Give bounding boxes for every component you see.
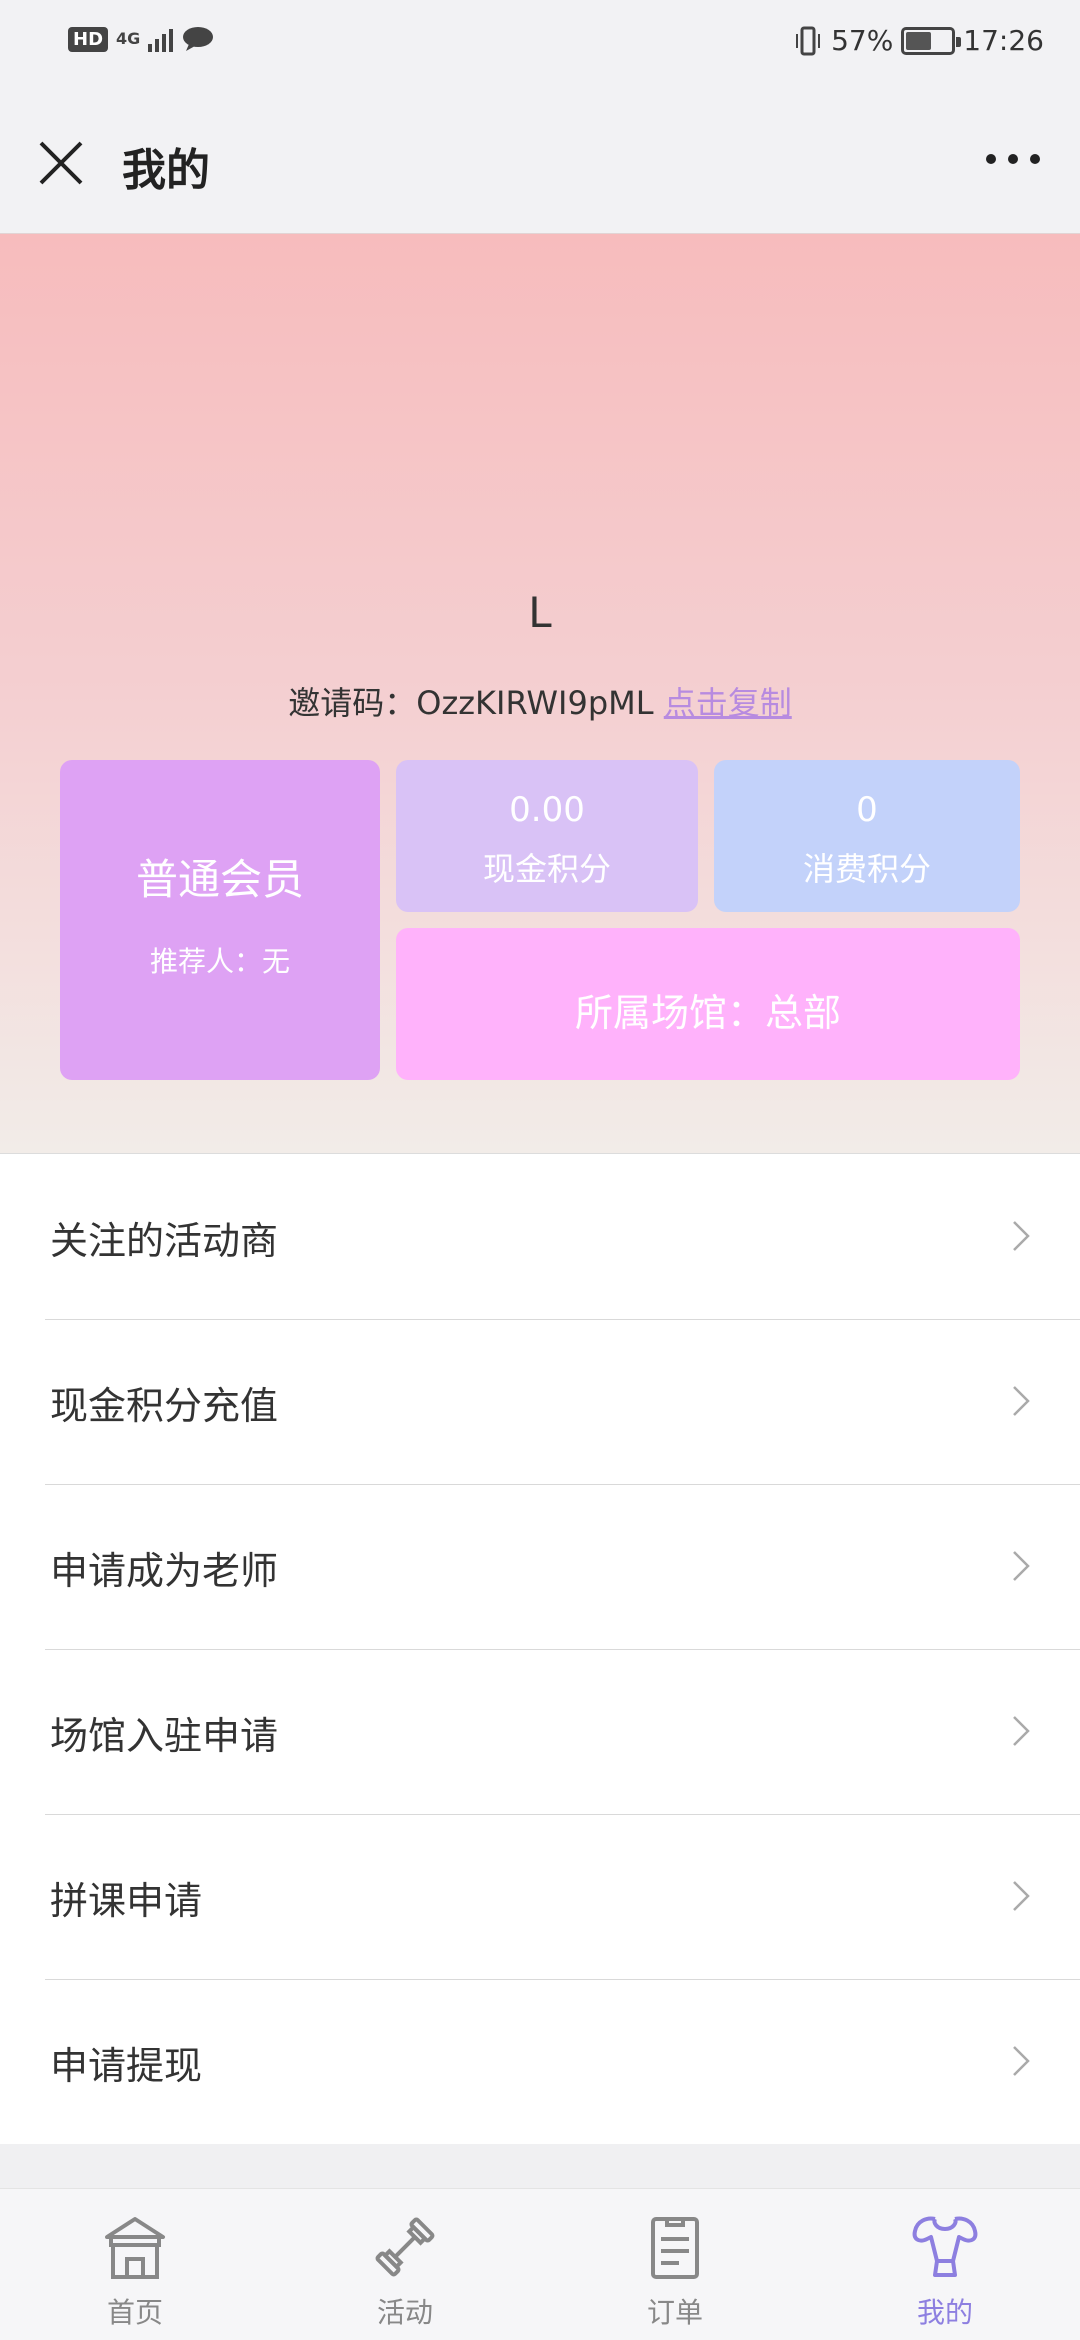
menu-item-label: 场馆入驻申请 bbox=[50, 1714, 279, 1758]
menu-item-label: 申请提现 bbox=[50, 2044, 203, 2088]
tab-label: 我的 bbox=[916, 2296, 973, 2329]
battery-percent: 57% bbox=[831, 24, 894, 57]
status-left: HD 4G bbox=[68, 26, 215, 52]
signal-icon bbox=[148, 26, 174, 52]
menu-item-label: 申请成为老师 bbox=[50, 1549, 279, 1593]
tab-orders[interactable]: 订单 bbox=[540, 2189, 810, 2340]
menu-item-label: 现金积分充值 bbox=[50, 1384, 279, 1428]
menu-item-label: 关注的活动商 bbox=[50, 1219, 279, 1263]
menu-item-group-class[interactable]: 拼课申请 bbox=[0, 1814, 1080, 1979]
status-bar: HD 4G 57% 17:26 bbox=[0, 0, 1080, 92]
menu-item-label: 拼课申请 bbox=[50, 1879, 203, 1923]
status-right: 57% 17:26 bbox=[793, 24, 1044, 57]
cash-points-value: 0.00 bbox=[509, 790, 585, 830]
username: L bbox=[528, 588, 552, 637]
menu-list: 关注的活动商 现金积分充值 申请成为老师 场馆入驻申请 拼课申请 申请提现 bbox=[0, 1154, 1080, 2144]
clock: 17:26 bbox=[963, 24, 1044, 57]
menu-item-venue-application[interactable]: 场馆入驻申请 bbox=[0, 1649, 1080, 1814]
network-type: 4G bbox=[116, 29, 141, 48]
battery-icon bbox=[901, 26, 962, 55]
spend-points-card[interactable]: 0 消费积分 bbox=[714, 760, 1020, 912]
muscle-icon bbox=[912, 2216, 978, 2277]
invite-row: 邀请码：OzzKIRWI9pML 点击复制 bbox=[0, 678, 1080, 724]
tab-label: 活动 bbox=[376, 2296, 433, 2329]
menu-item-withdraw[interactable]: 申请提现 bbox=[0, 1979, 1080, 2144]
order-icon bbox=[651, 2217, 699, 2279]
vibrate-icon bbox=[796, 26, 821, 55]
copy-invite-link[interactable]: 点击复制 bbox=[664, 684, 792, 722]
cash-points-card[interactable]: 0.00 现金积分 bbox=[396, 760, 698, 912]
hd-badge: HD bbox=[68, 26, 109, 52]
page-title: 我的 bbox=[122, 145, 210, 196]
chevron-right-icon bbox=[1013, 1716, 1030, 1746]
tab-bar: 首页 活动 订单 我的 bbox=[0, 2188, 1080, 2340]
battery-fill bbox=[906, 31, 932, 50]
profile-page: HD 4G 57% 17:26 我的 L 邀请码：OzzKIRWI9pML 点击… bbox=[0, 0, 1080, 2340]
chevron-right-icon bbox=[1013, 1551, 1030, 1581]
referrer-text: 推荐人：无 bbox=[149, 945, 290, 978]
spend-points-value: 0 bbox=[856, 790, 878, 830]
chat-notification-icon bbox=[183, 27, 214, 51]
nav-bar: 我的 bbox=[0, 92, 1080, 234]
member-level: 普通会员 bbox=[135, 855, 304, 904]
menu-item-followed-organizers[interactable]: 关注的活动商 bbox=[0, 1154, 1080, 1319]
profile-header: L 邀请码：OzzKIRWI9pML 点击复制 普通会员 推荐人：无 0.00 … bbox=[0, 234, 1080, 1154]
chevron-right-icon bbox=[1013, 1221, 1030, 1251]
venue-card[interactable]: 所属场馆：总部 bbox=[396, 928, 1020, 1080]
cash-points-label: 现金积分 bbox=[482, 850, 611, 888]
tab-mine[interactable]: 我的 bbox=[810, 2189, 1080, 2340]
home-icon bbox=[105, 2217, 165, 2279]
close-icon[interactable] bbox=[36, 138, 86, 188]
tab-label: 首页 bbox=[106, 2296, 163, 2329]
tab-activities[interactable]: 活动 bbox=[270, 2189, 540, 2340]
member-card: 普通会员 推荐人：无 bbox=[60, 760, 380, 1080]
dumbbell-icon bbox=[375, 2217, 435, 2277]
invite-label: 邀请码： bbox=[288, 684, 417, 722]
chevron-right-icon bbox=[1013, 2046, 1030, 2076]
chevron-right-icon bbox=[1013, 1881, 1030, 1911]
tab-home[interactable]: 首页 bbox=[0, 2189, 270, 2340]
chevron-right-icon bbox=[1013, 1386, 1030, 1416]
more-options-icon[interactable] bbox=[986, 154, 1040, 164]
spend-points-label: 消费积分 bbox=[802, 850, 931, 888]
invite-code: OzzKIRWI9pML bbox=[416, 684, 654, 722]
tab-label: 订单 bbox=[646, 2296, 703, 2329]
menu-item-apply-teacher[interactable]: 申请成为老师 bbox=[0, 1484, 1080, 1649]
menu-item-recharge-cash-points[interactable]: 现金积分充值 bbox=[0, 1319, 1080, 1484]
venue-text: 所属场馆：总部 bbox=[574, 991, 841, 1035]
